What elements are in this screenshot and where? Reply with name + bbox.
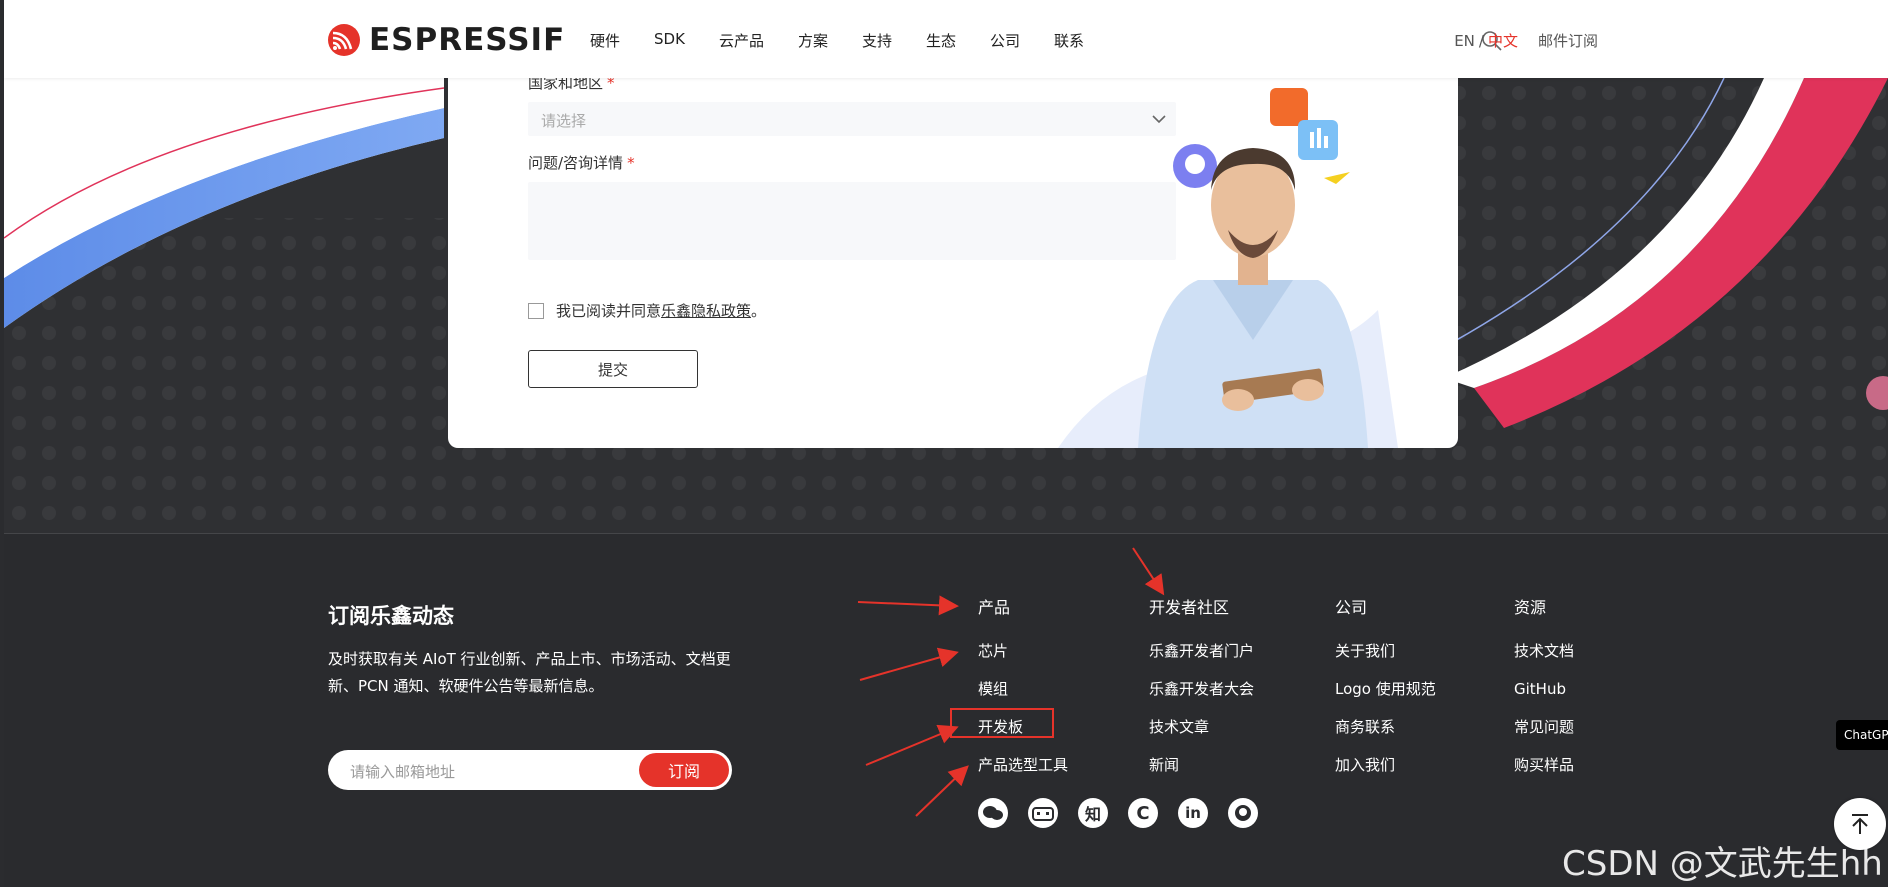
paper-plane-icon	[1324, 172, 1350, 184]
footer-link[interactable]: 乐鑫开发者大会	[1149, 670, 1254, 708]
footer-link[interactable]: 新闻	[1149, 746, 1254, 784]
wechat-icon[interactable]	[978, 798, 1008, 828]
privacy-checkbox[interactable]	[528, 302, 544, 319]
main-nav: 硬件 SDK 云产品 方案 支持 生态 公司 联系	[590, 30, 1118, 51]
footer-link[interactable]: 加入我们	[1335, 746, 1436, 784]
bilibili-icon[interactable]	[1028, 798, 1058, 828]
footer-column-head[interactable]: 公司	[1335, 594, 1436, 632]
footer-column-developers: 开发者社区 乐鑫开发者门户 乐鑫开发者大会 技术文章 新闻	[1149, 594, 1254, 784]
email-input[interactable]: 请输入邮箱地址 订阅	[328, 750, 732, 790]
footer-column-resources: 资源 技术文档 GitHub 常见问题 购买样品	[1514, 594, 1574, 784]
footer-link[interactable]: 技术文章	[1149, 708, 1254, 746]
chatgpt-badge[interactable]: ChatGPT	[1836, 720, 1888, 750]
espressif-logo[interactable]: ESPRESSIF	[327, 20, 565, 60]
email-placeholder: 请输入邮箱地址	[350, 763, 456, 781]
footer-link[interactable]: 芯片	[978, 632, 1068, 670]
linkedin-icon[interactable]: in	[1178, 798, 1208, 828]
footer-link[interactable]: 模组	[978, 670, 1068, 708]
contact-form-card: 国家和地区 * 请选择 问题/咨询详情 * 我已阅读并同意 乐鑫隐私政策 。 提交	[448, 60, 1458, 448]
subscribe-description: 及时获取有关 AIoT 行业创新、产品上市、市场活动、文档更新、PCN 通知、软…	[328, 650, 731, 695]
footer-link[interactable]: Logo 使用规范	[1335, 670, 1436, 708]
linkedin-glyph: in	[1185, 804, 1201, 822]
header-right: EN / 中文 邮件订阅	[1454, 30, 1598, 51]
privacy-agree-row: 我已阅读并同意 乐鑫隐私政策 。	[528, 300, 766, 321]
social-icons-row: 知 C in	[978, 798, 1278, 828]
github-icon[interactable]	[1228, 798, 1258, 828]
highlight-box-devboard	[950, 708, 1054, 738]
footer-link[interactable]: GitHub	[1514, 670, 1574, 708]
arrow-up-icon	[1852, 814, 1868, 834]
lang-zh-link[interactable]: 中文	[1488, 30, 1518, 51]
footer-link[interactable]: 关于我们	[1335, 632, 1436, 670]
footer-link[interactable]: 商务联系	[1335, 708, 1436, 746]
submit-button[interactable]: 提交	[528, 350, 698, 388]
nav-cloud[interactable]: 云产品	[719, 30, 764, 51]
footer-link[interactable]: 产品选型工具	[978, 746, 1068, 784]
subscribe-button[interactable]: 订阅	[639, 753, 729, 787]
top-header: ESPRESSIF 硬件 SDK 云产品 方案 支持 生态 公司 联系 EN /…	[4, 0, 1888, 78]
footer-column-company: 公司 关于我们 Logo 使用规范 商务联系 加入我们	[1335, 594, 1436, 784]
nav-solutions[interactable]: 方案	[798, 30, 828, 51]
zhihu-icon[interactable]: 知	[1078, 798, 1108, 828]
agree-text: 我已阅读并同意	[556, 302, 662, 320]
footer-link[interactable]: 购买样品	[1514, 746, 1574, 784]
footer-column-products: 产品 芯片 模组 开发板 产品选型工具	[978, 594, 1068, 784]
logo-text: ESPRESSIF	[369, 22, 566, 58]
footer-link[interactable]: 常见问题	[1514, 708, 1574, 746]
subscribe-title: 订阅乐鑫动态	[328, 604, 454, 628]
csdn-glyph: C	[1136, 802, 1150, 824]
site-footer: 订阅乐鑫动态 及时获取有关 AIoT 行业创新、产品上市、市场活动、文档更新、P…	[4, 534, 1888, 887]
country-select-placeholder: 请选择	[541, 112, 587, 130]
nav-hardware[interactable]: 硬件	[590, 30, 620, 51]
nav-contact[interactable]: 联系	[1054, 30, 1084, 51]
footer-column-head[interactable]: 开发者社区	[1149, 594, 1254, 632]
footer-link[interactable]: 技术文档	[1514, 632, 1574, 670]
businessman-illustration	[1058, 88, 1398, 448]
zhihu-glyph: 知	[1084, 805, 1101, 824]
footer-column-head[interactable]: 资源	[1514, 594, 1574, 632]
question-label: 问题/咨询详情 *	[528, 152, 635, 173]
nav-company[interactable]: 公司	[990, 30, 1020, 51]
nav-ecosystem[interactable]: 生态	[926, 30, 956, 51]
question-label-text: 问题/咨询详情	[528, 154, 624, 172]
mail-subscribe-link[interactable]: 邮件订阅	[1538, 30, 1598, 51]
footer-column-head[interactable]: 产品	[978, 594, 1068, 632]
agree-suffix: 。	[751, 302, 767, 320]
espressif-logo-icon	[328, 24, 360, 56]
nav-sdk[interactable]: SDK	[654, 30, 685, 51]
required-mark: *	[627, 154, 635, 172]
nav-support[interactable]: 支持	[862, 30, 892, 51]
csdn-icon[interactable]: C	[1128, 798, 1158, 828]
lang-en-link[interactable]: EN	[1454, 32, 1475, 50]
privacy-policy-link[interactable]: 乐鑫隐私政策	[661, 300, 751, 321]
csdn-watermark: CSDN @文武先生hh	[1562, 844, 1883, 884]
lang-separator: /	[1478, 31, 1484, 50]
footer-link[interactable]: 乐鑫开发者门户	[1149, 632, 1254, 670]
